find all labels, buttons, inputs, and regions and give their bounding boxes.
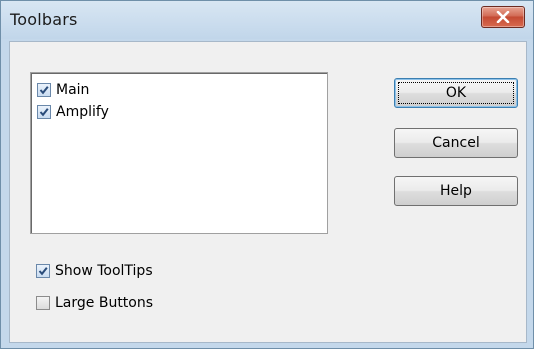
large-buttons-checkbox[interactable] bbox=[36, 296, 50, 310]
large-buttons-label: Large Buttons bbox=[55, 295, 154, 311]
toolbars-list[interactable]: Main Amplify bbox=[30, 72, 328, 234]
help-button[interactable]: Help bbox=[394, 176, 518, 206]
amplify-toolbar-checkbox[interactable] bbox=[37, 105, 51, 119]
list-item[interactable]: Main bbox=[37, 79, 89, 101]
list-item-label: Main bbox=[56, 82, 90, 98]
ok-button[interactable]: OK bbox=[394, 78, 518, 108]
cancel-button-label: Cancel bbox=[432, 135, 480, 151]
close-button[interactable] bbox=[481, 6, 525, 28]
show-tooltips-checkbox[interactable] bbox=[36, 264, 50, 278]
list-item[interactable]: Amplify bbox=[37, 101, 109, 123]
main-toolbar-checkbox[interactable] bbox=[37, 83, 51, 97]
window-title: Toolbars bbox=[10, 10, 78, 29]
show-tooltips-option[interactable]: Show ToolTips bbox=[36, 260, 153, 282]
toolbars-dialog: Toolbars Main Amplify Show ToolTips Larg… bbox=[0, 0, 534, 349]
cancel-button[interactable]: Cancel bbox=[394, 128, 518, 158]
ok-button-label: OK bbox=[445, 85, 467, 101]
show-tooltips-label: Show ToolTips bbox=[55, 263, 153, 279]
dialog-body: Main Amplify Show ToolTips Large Buttons… bbox=[9, 41, 527, 343]
checkmark-icon bbox=[38, 267, 48, 276]
checkmark-icon bbox=[39, 86, 49, 95]
close-icon bbox=[496, 11, 510, 23]
list-item-label: Amplify bbox=[56, 104, 109, 120]
help-button-label: Help bbox=[440, 183, 472, 199]
checkmark-icon bbox=[39, 108, 49, 117]
large-buttons-option[interactable]: Large Buttons bbox=[36, 292, 153, 314]
title-bar[interactable]: Toolbars bbox=[1, 1, 533, 39]
